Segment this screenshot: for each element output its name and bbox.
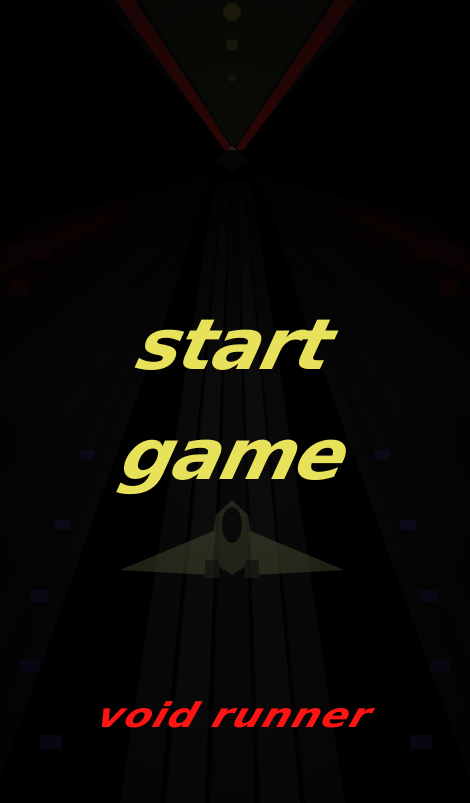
start-game-label-line1[interactable]: start xyxy=(0,304,470,386)
start-game-label-line2[interactable]: game xyxy=(0,414,470,496)
game-title: void runner xyxy=(92,696,378,736)
